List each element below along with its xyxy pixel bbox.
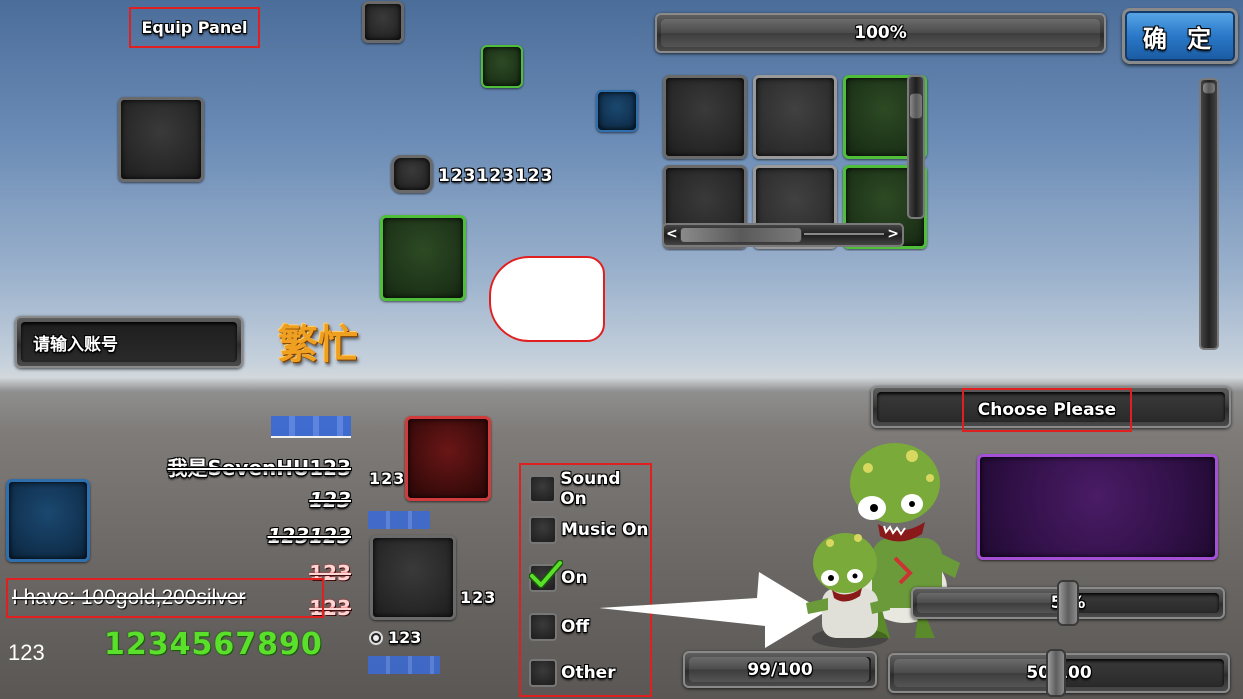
scroll-view-vertical-scrollbar[interactable] — [907, 75, 925, 219]
octagon-slot[interactable] — [391, 155, 433, 193]
equip-panel-title-frame: Equip Panel — [129, 7, 260, 48]
account-input[interactable]: 请输入账号 — [15, 316, 243, 368]
dropdown-label-frame: Choose Please — [962, 388, 1132, 432]
chevron-right-icon[interactable]: > — [887, 226, 899, 242]
confirm-button-label: 确 定 — [1142, 24, 1218, 53]
toggle-music-on-label: Music On — [561, 520, 649, 540]
red-item-slot[interactable] — [405, 416, 491, 501]
toggle-sound-on-label: Sound On — [560, 469, 621, 509]
checkmark-icon — [529, 560, 563, 589]
right-scrollbar-thumb[interactable] — [1202, 82, 1216, 94]
checkbox-off[interactable] — [529, 613, 557, 641]
text-line-2: 123 — [309, 488, 351, 512]
toggle-on-label: On — [561, 568, 588, 588]
toggle-music-on[interactable]: Music On — [529, 513, 649, 547]
octagon-slot-label: 123123123 — [438, 166, 554, 186]
link-text-1[interactable] — [271, 416, 351, 438]
item-slot-large[interactable] — [118, 97, 204, 182]
scroll-view-horizontal-scrollbar[interactable]: < > — [662, 223, 904, 247]
radio-button[interactable] — [369, 631, 383, 645]
grid-slot[interactable] — [663, 75, 747, 159]
hp-bar-label: 99/100 — [747, 659, 813, 680]
toggle-on[interactable]: On — [529, 560, 588, 595]
top-progress-label: 100% — [854, 23, 907, 43]
small-blue-slot[interactable] — [596, 90, 638, 132]
equip-panel-title: Equip Panel — [141, 18, 248, 37]
volume-slider-handle[interactable] — [1057, 580, 1079, 626]
gold-text: I have: 100gold,200silver — [12, 586, 246, 609]
zombie-sprite — [806, 443, 960, 648]
blue-item-slot[interactable] — [6, 479, 90, 562]
toggle-other-label: Other — [561, 663, 616, 683]
radio-dot — [373, 635, 379, 641]
checkbox-sound-on[interactable] — [529, 475, 557, 503]
small-green-slot[interactable] — [481, 45, 523, 88]
busy-label: 繁忙 — [278, 322, 358, 368]
dropdown-label: Choose Please — [977, 400, 1117, 420]
right-vertical-scrollbar[interactable] — [1199, 78, 1219, 350]
radio-label: 123 — [388, 628, 422, 647]
toggle-sound-on[interactable]: Sound On — [529, 469, 650, 509]
small-slot-label: 123 — [460, 588, 497, 607]
top-progress-bar: 100% — [655, 13, 1106, 53]
toggle-off-label: Off — [561, 617, 590, 637]
account-input-placeholder: 请输入账号 — [33, 334, 118, 355]
grid-slot[interactable] — [753, 75, 837, 159]
green-digits: 1234567890 — [104, 627, 323, 662]
scroll-view-vertical-thumb[interactable] — [909, 93, 923, 119]
link-text-2[interactable] — [368, 511, 430, 529]
text-line-1: 我是SevenHU123 — [167, 456, 351, 480]
red-slot-label: 123 — [369, 469, 406, 488]
checkbox-music-on[interactable] — [529, 516, 557, 544]
white-rounded-shape — [489, 256, 605, 342]
checkbox-on[interactable] — [529, 560, 563, 592]
confirm-button[interactable]: 确 定 — [1122, 8, 1238, 64]
chevron-left-icon[interactable]: < — [666, 226, 678, 242]
scroll-view[interactable]: < > — [660, 73, 930, 251]
bottom-slider-handle[interactable] — [1046, 649, 1066, 697]
tiny-slot-top[interactable] — [362, 1, 404, 43]
green-item-slot[interactable] — [380, 215, 466, 301]
gold-text-frame: I have: 100gold,200silver — [6, 578, 324, 618]
bottom-left-number: 123 — [8, 640, 45, 665]
toggle-off[interactable]: Off — [529, 610, 589, 644]
item-slot-medium[interactable] — [370, 535, 456, 620]
text-line-3: 123123 — [267, 524, 352, 548]
link-text-3[interactable] — [368, 656, 440, 674]
white-arrow-shape — [599, 572, 825, 648]
purple-item-slot[interactable] — [977, 454, 1218, 560]
hp-bar: 99/100 — [683, 651, 877, 688]
track-line — [804, 233, 884, 235]
toggle-other[interactable]: Other — [529, 656, 616, 690]
checkbox-other[interactable] — [529, 659, 557, 687]
scroll-view-horizontal-thumb[interactable] — [680, 227, 802, 243]
